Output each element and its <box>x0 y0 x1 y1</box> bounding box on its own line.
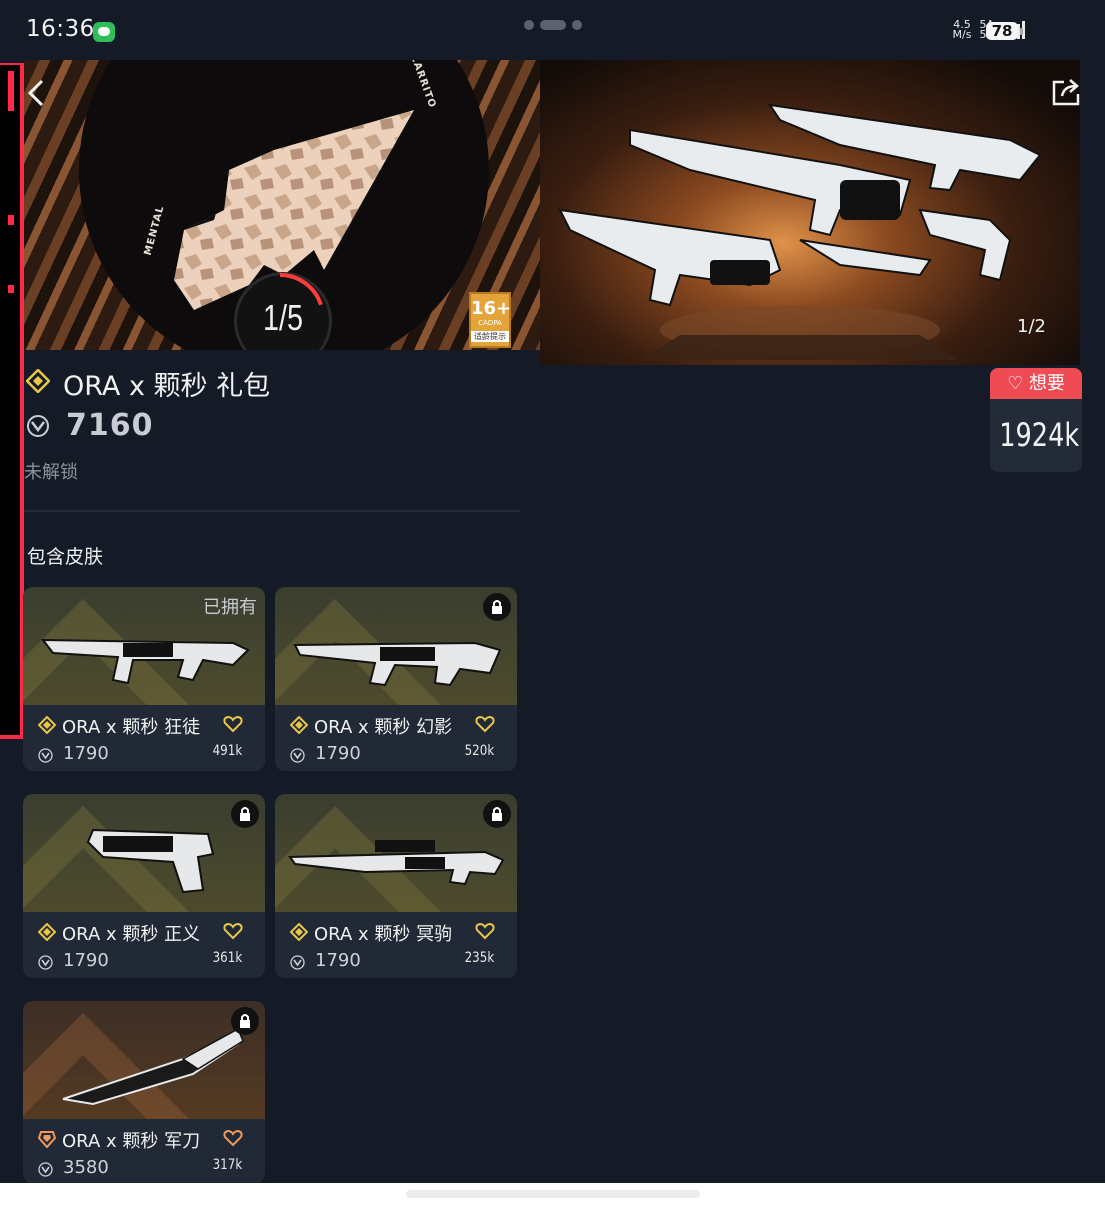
tier-diamond-icon <box>26 369 50 393</box>
bundle-counter-badge: 1/5 <box>234 272 332 350</box>
valorant-points-icon <box>290 748 305 763</box>
locked-badge <box>483 593 511 621</box>
skin-image <box>23 794 265 912</box>
skin-name: ORA x 颗秒 正义 <box>62 924 201 945</box>
valorant-points-icon <box>290 955 305 970</box>
skin-card-operator[interactable]: ORA x 颗秒 冥驹 1790 235k <box>275 794 517 978</box>
locked-badge <box>231 1007 259 1035</box>
wechat-notification-icon <box>93 22 115 42</box>
locked-badge <box>231 800 259 828</box>
bundle-hero-image[interactable]: DO CARRITO MENTAL 1/5 16+ CADPA 适龄提示 <box>24 60 540 350</box>
wishlist-card: ♡ 想要 1924k <box>990 368 1082 472</box>
network-speed: 4.5 M/s <box>952 18 972 41</box>
skin-price: 1790 <box>63 950 109 971</box>
lock-icon <box>492 600 502 614</box>
valorant-points-icon <box>27 415 49 437</box>
lock-icon <box>492 807 502 821</box>
heart-icon[interactable] <box>223 1129 243 1147</box>
skin-card-phantom[interactable]: ORA x 颗秒 幻影 1790 520k <box>275 587 517 771</box>
status-time: 16:36 <box>26 16 95 42</box>
skin-image: 已拥有 <box>23 587 265 705</box>
heart-icon[interactable] <box>223 715 243 733</box>
skin-name: ORA x 颗秒 军刀 <box>62 1131 201 1152</box>
locked-badge <box>483 800 511 828</box>
like-count: 361k <box>212 950 243 966</box>
share-icon[interactable] <box>1050 76 1082 108</box>
bundle-price: 7160 <box>66 408 154 443</box>
weapon-showcase-image[interactable] <box>540 60 1080 365</box>
heart-icon: ♡ <box>1007 373 1024 394</box>
want-button[interactable]: ♡ 想要 <box>990 368 1082 399</box>
skin-image <box>275 587 517 705</box>
owned-label: 已拥有 <box>203 597 257 618</box>
valorant-points-icon <box>38 748 53 763</box>
sniper-icon <box>288 840 505 886</box>
skin-price: 1790 <box>315 950 361 971</box>
want-count: 1924k <box>999 416 1080 454</box>
heart-icon[interactable] <box>475 922 495 940</box>
section-divider <box>24 510 520 512</box>
side-rail-panel[interactable] <box>0 63 24 739</box>
skin-image <box>23 1001 265 1119</box>
age-rating-badge: 16+ CADPA 适龄提示 <box>469 292 511 348</box>
battery-tip <box>1020 28 1023 35</box>
lock-icon <box>240 807 250 821</box>
skin-image <box>275 794 517 912</box>
tier-exclusive-icon <box>38 1131 56 1148</box>
pistol-icon <box>86 828 215 894</box>
tier-diamond-icon <box>290 923 308 941</box>
skin-card-sheriff[interactable]: ORA x 颗秒 正义 1790 361k <box>23 794 265 978</box>
skin-price: 1790 <box>63 743 109 764</box>
like-count: 520k <box>464 743 495 759</box>
window-handle[interactable] <box>524 20 582 30</box>
knife-icon <box>62 1027 244 1106</box>
skin-price: 3580 <box>63 1157 109 1178</box>
valorant-points-icon <box>38 1162 53 1177</box>
weapon-collection-icon <box>558 103 1042 360</box>
tier-diamond-icon <box>38 923 56 941</box>
valorant-points-icon <box>38 955 53 970</box>
skin-name: ORA x 颗秒 冥驹 <box>314 924 453 945</box>
like-count: 317k <box>212 1157 243 1173</box>
skin-card-knife[interactable]: ORA x 颗秒 军刀 3580 317k <box>23 1001 265 1183</box>
heart-icon[interactable] <box>223 922 243 940</box>
skin-card-vandal[interactable]: 已拥有 ORA x 颗秒 狂徒 1790 491k <box>23 587 265 771</box>
bundle-title: ORA x 颗秒 礼包 <box>63 371 271 402</box>
like-count: 491k <box>212 743 243 759</box>
like-count: 235k <box>464 950 495 966</box>
skin-name: ORA x 颗秒 狂徒 <box>62 717 201 738</box>
battery-level: 78 <box>986 22 1018 40</box>
lock-icon <box>240 1014 250 1028</box>
home-indicator[interactable] <box>406 1190 700 1198</box>
skin-price: 1790 <box>315 743 361 764</box>
skin-name: ORA x 颗秒 幻影 <box>314 717 453 738</box>
rifle-icon <box>293 641 502 687</box>
tier-diamond-icon <box>38 716 56 734</box>
included-skins-heading: 包含皮肤 <box>27 546 104 568</box>
tier-diamond-icon <box>290 716 308 734</box>
image-page-counter: 1/2 <box>1017 316 1046 337</box>
back-arrow-icon[interactable] <box>24 78 48 108</box>
heart-icon[interactable] <box>475 715 495 733</box>
unlock-status: 未解锁 <box>24 462 78 483</box>
